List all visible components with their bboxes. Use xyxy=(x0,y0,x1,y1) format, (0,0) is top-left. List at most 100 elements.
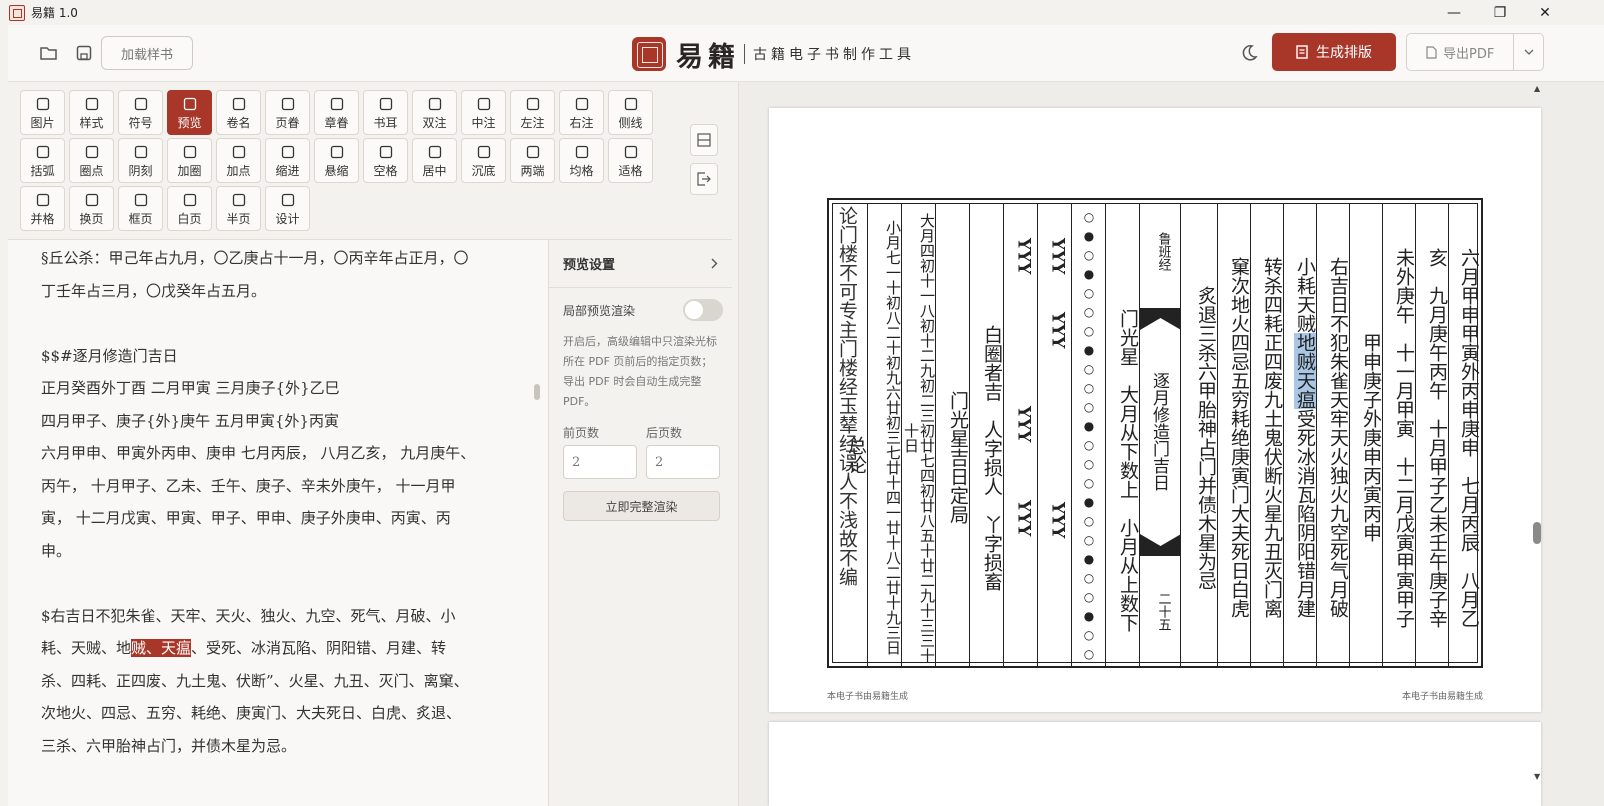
split-view-button[interactable] xyxy=(690,124,718,156)
dots-column: ○●○●○○○●○○○●○○○●○○●○○●○○ xyxy=(1071,204,1105,666)
tool-button[interactable]: 白页 xyxy=(167,186,212,231)
exit-panel-button[interactable] xyxy=(690,163,718,195)
tool-button[interactable]: 居中 xyxy=(412,138,457,183)
column-text: 小月七一十初八二十初九六廿初三七廿十四一廿十八二廿十九三日 xyxy=(884,220,901,655)
tool-button[interactable]: 样式 xyxy=(69,90,114,135)
pdf-preview[interactable]: 六月甲申甲寅外丙申庚申 七月丙辰 八月乙 亥 九月庚午丙午 十月甲子乙未壬午庚子… xyxy=(738,82,1604,806)
tool-label: 沉底 xyxy=(471,163,496,178)
app-header: 加载样书 易籍 古籍电子书制作工具 生成排版 导出PDF xyxy=(8,25,1604,82)
tool-button[interactable]: 中注 xyxy=(461,90,506,135)
editor-line: 正月癸酉外丁酉 二月甲寅 三月庚子{外}乙巳 xyxy=(41,379,340,397)
column-text: 甲申庚子外庚申丙寅丙申 xyxy=(1360,333,1382,542)
tool-button[interactable]: 图片 xyxy=(20,90,65,135)
column-segment: 人字损人 xyxy=(981,419,1003,496)
tool-icon xyxy=(379,95,393,113)
tool-label: 括弧 xyxy=(30,163,55,178)
tool-icon xyxy=(526,95,540,113)
column-segment: 受死冰消瓦陷阴阳错月建 xyxy=(1294,409,1316,618)
export-pdf-main[interactable]: 导出PDF xyxy=(1407,34,1513,70)
tool-label: 圈点 xyxy=(79,163,104,178)
tool-button[interactable]: 并格 xyxy=(20,186,65,231)
tool-button[interactable]: 悬缩 xyxy=(314,138,359,183)
brand-logo xyxy=(632,37,666,71)
close-button[interactable]: ✕ xyxy=(1522,0,1568,25)
tool-button[interactable]: 侧线 xyxy=(608,90,653,135)
tool-label: 章眷 xyxy=(324,115,349,130)
exit-icon xyxy=(697,172,711,186)
tool-button[interactable]: 页眷 xyxy=(265,90,310,135)
tool-button[interactable]: 空格 xyxy=(363,138,408,183)
full-render-button[interactable]: 立即完整渲染 xyxy=(563,491,720,521)
preview-scrollbar[interactable] xyxy=(1533,522,1541,544)
text-editor[interactable]: §丘公杀：甲己年占九月，〇乙庚占十一月，〇丙辛年占正月，〇 丁壬年占三月，〇戊癸年… xyxy=(8,240,548,806)
tool-label: 预览 xyxy=(177,115,202,130)
brand-separator xyxy=(744,44,745,64)
tool-button[interactable]: 加圈 xyxy=(167,138,212,183)
tool-button[interactable]: 均格 xyxy=(559,138,604,183)
editor-line: $$#逐月修造门吉日 xyxy=(41,346,178,365)
tool-button[interactable]: 左注 xyxy=(510,90,555,135)
settings-description: 开启后，高级编辑中只渲染光标所在 PDF 页前后的指定页数；导出 PDF 时会自… xyxy=(563,335,717,408)
text-column: 论门楼不可专主门楼经玉辇经误人不浅故不编 xyxy=(828,201,858,663)
tool-button[interactable]: 卷名 xyxy=(216,90,261,135)
tool-button[interactable]: 加点 xyxy=(216,138,261,183)
glyph-mark: YYY xyxy=(1047,312,1068,349)
tool-button[interactable]: 符号 xyxy=(118,90,163,135)
tool-button[interactable]: 右注 xyxy=(559,90,604,135)
tool-icon xyxy=(85,143,99,161)
column-segment: 九月庚午丙午 xyxy=(1426,285,1448,400)
tool-button[interactable]: 设计 xyxy=(265,186,310,231)
tool-button[interactable]: 章眷 xyxy=(314,90,359,135)
tool-button[interactable]: 换页 xyxy=(69,186,114,231)
tool-label: 中注 xyxy=(471,115,496,130)
preview-page: 六月甲申甲寅外丙申庚申 七月丙辰 八月乙 亥 九月庚午丙午 十月甲子乙未壬午庚子… xyxy=(769,108,1541,712)
tool-icon xyxy=(477,95,491,113)
partial-render-toggle[interactable] xyxy=(683,299,723,321)
after-pages-input[interactable]: 2 xyxy=(646,445,720,479)
editor-after-lines: 杀、四耗、正四废、九土鬼、伏断”、火星、九丑、灭门、离窠、 次地火、四忌、五穷、耗… xyxy=(41,665,548,763)
text-column: 甲申庚子外庚申丙寅丙申 xyxy=(1349,204,1382,666)
tool-icon xyxy=(134,191,148,209)
tool-label: 双注 xyxy=(422,115,447,130)
minimize-button[interactable]: — xyxy=(1431,0,1477,25)
open-folder-button[interactable] xyxy=(33,38,65,68)
before-pages-label: 前页数 xyxy=(563,426,600,440)
maximize-button[interactable]: ❐ xyxy=(1477,0,1523,25)
tool-button[interactable]: 圈点 xyxy=(69,138,114,183)
scroll-up-arrow[interactable]: ▲ xyxy=(1534,84,1540,93)
text-column: 六月甲申甲寅外丙申庚申 七月丙辰 八月乙 xyxy=(1448,204,1480,666)
export-label: 导出PDF xyxy=(1443,46,1495,62)
scroll-down-arrow[interactable]: ▼ xyxy=(1534,772,1540,781)
export-pdf-button[interactable]: 导出PDF xyxy=(1406,33,1544,71)
tool-button[interactable]: 括弧 xyxy=(20,138,65,183)
tool-icon xyxy=(379,143,393,161)
theme-toggle-button[interactable] xyxy=(1236,40,1262,66)
editor-line-text: 耗、天贼、地 xyxy=(41,639,132,657)
load-sample-button[interactable]: 加载样书 xyxy=(101,36,193,70)
editor-line: 杀、四耗、正四废、九土鬼、伏断”、火星、九丑、灭门、离窠、 xyxy=(41,671,469,690)
before-pages-input[interactable]: 2 xyxy=(563,445,637,479)
tool-icon xyxy=(428,95,442,113)
tool-button[interactable]: 预览 xyxy=(167,90,212,135)
tool-button[interactable]: 两端 xyxy=(510,138,555,183)
tool-icon xyxy=(183,191,197,209)
editor-lines: §丘公杀：甲己年占九月，〇乙庚占十一月，〇丙辛年占正月，〇 丁壬年占三月，〇戊癸年… xyxy=(41,242,548,600)
tool-button[interactable]: 阴刻 xyxy=(118,138,163,183)
tool-button[interactable]: 半页 xyxy=(216,186,261,231)
export-file-icon xyxy=(1426,45,1437,59)
tool-label: 悬缩 xyxy=(324,163,349,178)
editor-scrollbar[interactable] xyxy=(534,384,540,400)
tool-button[interactable]: 双注 xyxy=(412,90,457,135)
save-button[interactable] xyxy=(68,38,100,68)
tool-button[interactable]: 沉底 xyxy=(461,138,506,183)
tool-button[interactable]: 适格 xyxy=(608,138,653,183)
export-dropdown-button[interactable] xyxy=(1513,34,1543,70)
settings-title: 预览设置 xyxy=(563,258,616,273)
tool-label: 均格 xyxy=(569,163,594,178)
tool-button[interactable]: 书耳 xyxy=(363,90,408,135)
tool-icon xyxy=(330,143,344,161)
tool-button[interactable]: 框页 xyxy=(118,186,163,231)
tool-button[interactable]: 缩进 xyxy=(265,138,310,183)
generate-layout-button[interactable]: 生成排版 xyxy=(1272,33,1396,71)
settings-header[interactable]: 预览设置 xyxy=(549,240,732,288)
